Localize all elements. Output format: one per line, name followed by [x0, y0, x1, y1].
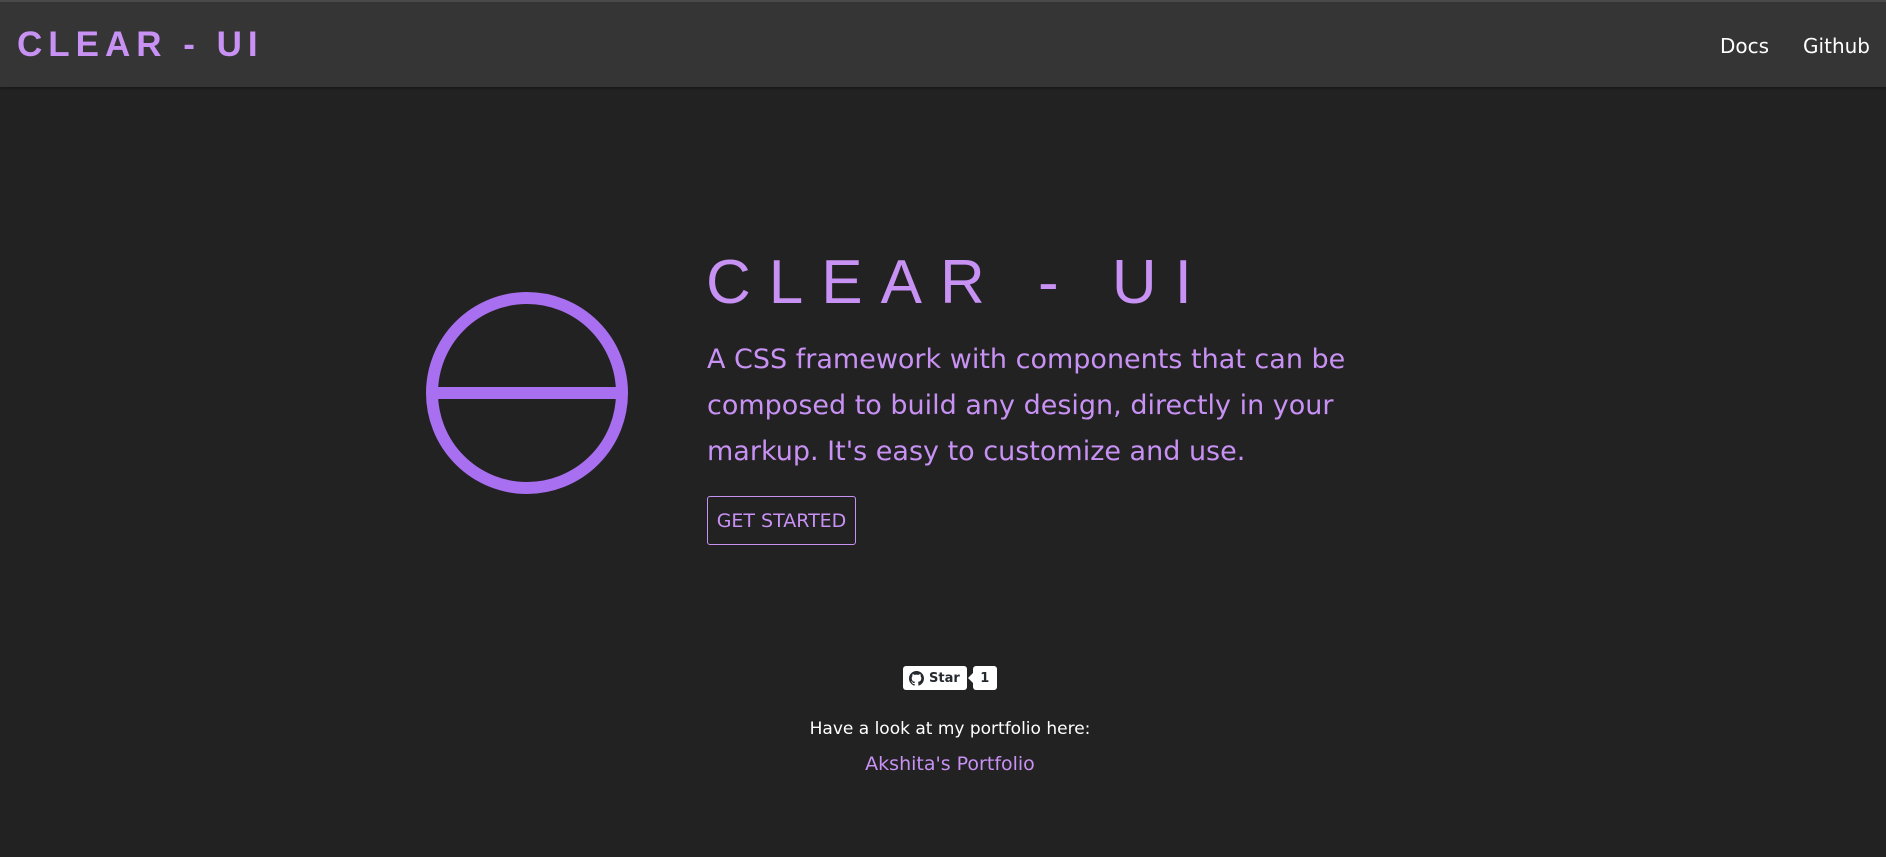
hero-title: CLEAR - UI [706, 248, 1210, 317]
github-star-button[interactable]: Star [903, 666, 967, 690]
github-star-count[interactable]: 1 [967, 666, 997, 690]
get-started-button[interactable]: GET STARTED [707, 496, 856, 545]
github-icon [909, 670, 924, 686]
github-star-label: Star [929, 670, 960, 686]
nav-links: Docs Github [1720, 30, 1870, 62]
portfolio-link-row: Akshita's Portfolio [0, 750, 1886, 778]
nav-link-docs[interactable]: Docs [1720, 30, 1769, 62]
circle-with-horizontal-bar-icon [426, 292, 628, 494]
navbar: CLEAR - UI Docs Github [0, 0, 1886, 87]
portfolio-link[interactable]: Akshita's Portfolio [865, 753, 1035, 775]
brand-logo[interactable]: CLEAR - UI [17, 24, 264, 66]
hero-description: A CSS framework with components that can… [707, 344, 1346, 467]
github-star-widget: Star 1 [903, 666, 997, 690]
nav-link-github[interactable]: Github [1803, 30, 1870, 62]
portfolio-text: Have a look at my portfolio here: [809, 719, 1091, 739]
